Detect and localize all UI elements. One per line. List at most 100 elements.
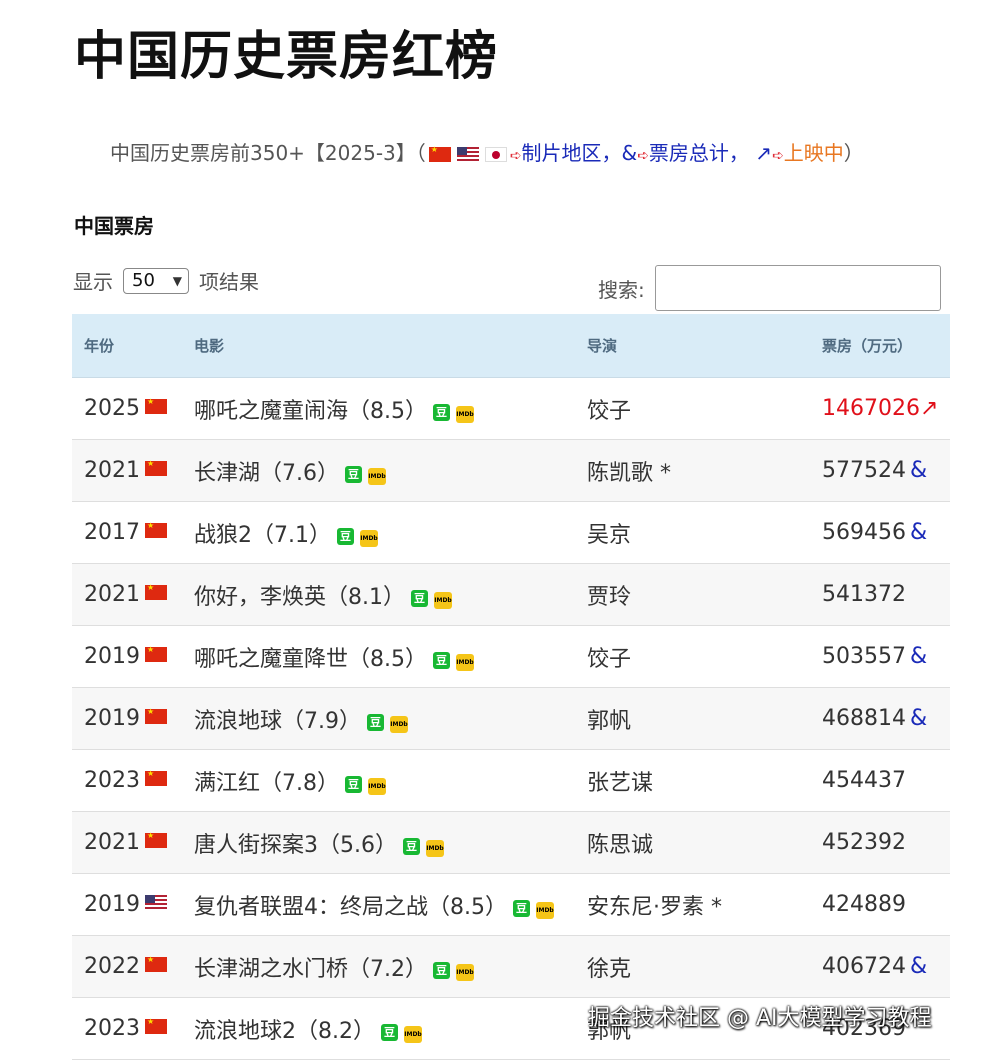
search-input[interactable] [654, 265, 941, 311]
box-office-value: 577524 [822, 458, 906, 483]
year-cell: 2021 [72, 811, 182, 874]
box-office-value: 541372 [822, 582, 906, 607]
column-header-director[interactable]: 导演 [575, 314, 810, 378]
china-flag-icon [428, 145, 451, 162]
total-mark[interactable]: & [910, 458, 927, 483]
showing-mark: ↗ [919, 396, 939, 421]
box-office-cell: 577524 & [810, 439, 950, 502]
douban-icon[interactable]: 豆 [513, 899, 530, 917]
imdb-icon[interactable]: IMDb [368, 467, 386, 485]
intro-suffix: ） [843, 141, 864, 165]
imdb-icon[interactable]: IMDb [434, 591, 452, 609]
film-cell: 长津湖之水门桥（7.2） 豆 IMDb [182, 935, 575, 998]
director-cell: 郭帆 [575, 687, 810, 750]
imdb-icon[interactable]: IMDb [536, 901, 554, 919]
box-office-value: 1467026 [822, 396, 920, 421]
length-prefix: 显示 [73, 270, 113, 294]
table-header-row: 年份 电影 导演 票房（万元） [72, 314, 950, 378]
film-title[interactable]: 复仇者联盟4：终局之战（8.5） [194, 895, 507, 920]
intro-legend: 中国历史票房前350+【2025-3】（➪制片地区，&➪票房总计， ↗➪上映中） [110, 137, 864, 166]
table-row: 2019哪吒之魔童降世（8.5）豆IMDb饺子503557& [72, 625, 950, 688]
china-flag-icon [145, 955, 167, 972]
director-cell: 饺子 [575, 377, 810, 440]
total-mark[interactable]: & [910, 706, 927, 731]
table-row: 2021 唐人街探案3（5.6） 豆 IMDb 陈思诚 452392 [72, 811, 950, 874]
box-office-value: 406724 [822, 954, 906, 979]
box-office-value: 503557 [822, 644, 906, 669]
year-text: 2021 [84, 582, 140, 607]
column-header-film[interactable]: 电影 [182, 314, 575, 378]
region-legend-label: 制片地区， [521, 141, 622, 165]
year-cell: 2021 [72, 563, 182, 626]
china-flag-icon [145, 397, 167, 414]
film-title[interactable]: 唐人街探案3（5.6） [194, 833, 397, 858]
douban-icon[interactable]: 豆 [433, 403, 450, 421]
douban-icon[interactable]: 豆 [411, 589, 428, 607]
imdb-icon[interactable]: IMDb [368, 777, 386, 795]
page-length-select[interactable]: 50 ▼ [123, 267, 189, 294]
douban-icon[interactable]: 豆 [381, 1023, 398, 1041]
pointer-arrow-icon: ➪ [771, 148, 784, 164]
film-title[interactable]: 流浪地球2（8.2） [194, 1019, 375, 1044]
film-title[interactable]: 哪吒之魔童闹海（8.5） [194, 399, 427, 424]
imdb-icon[interactable]: IMDb [456, 963, 474, 981]
page-length-value: 50 [132, 270, 155, 291]
total-mark[interactable]: & [910, 520, 927, 545]
pointer-arrow-icon: ➪ [637, 148, 649, 164]
showing-symbol: ↗ [755, 141, 772, 165]
film-title[interactable]: 你好，李焕英（8.1） [194, 585, 405, 610]
year-cell: 2019 [72, 873, 182, 936]
box-office-cell: 454437 [810, 749, 950, 812]
year-cell: 2023 [72, 997, 182, 1060]
box-office-cell: 503557 & [810, 625, 950, 688]
column-header-year[interactable]: 年份 [72, 314, 182, 378]
box-office-value: 424889 [822, 892, 906, 917]
director-cell: 张艺谋 [575, 749, 810, 812]
douban-icon[interactable]: 豆 [337, 527, 354, 545]
year-text: 2019 [84, 644, 140, 669]
imdb-icon[interactable]: IMDb [390, 715, 408, 733]
film-title[interactable]: 战狼2（7.1） [194, 523, 331, 548]
film-title[interactable]: 满江红（7.8） [194, 771, 339, 796]
film-title[interactable]: 长津湖（7.6） [194, 461, 339, 486]
film-title[interactable]: 流浪地球（7.9） [194, 709, 361, 734]
total-legend-label: 票房总计， [648, 141, 749, 165]
film-title[interactable]: 哪吒之魔童降世（8.5） [194, 647, 427, 672]
table-row: 2019流浪地球（7.9）豆IMDb郭帆468814& [72, 687, 950, 750]
total-mark[interactable]: & [910, 954, 927, 979]
page-title: 中国历史票房红榜 [74, 27, 499, 87]
douban-icon[interactable]: 豆 [345, 775, 362, 793]
year-cell: 2019 [72, 625, 182, 688]
year-cell: 2021 [72, 439, 182, 502]
year-text: 2019 [84, 706, 140, 731]
intro-prefix: 中国历史票房前350+【2025-3】（ [110, 141, 426, 165]
film-title[interactable]: 长津湖之水门桥（7.2） [194, 957, 427, 982]
total-mark[interactable]: & [910, 644, 927, 669]
imdb-icon[interactable]: IMDb [360, 529, 378, 547]
douban-icon[interactable]: 豆 [433, 651, 450, 669]
director-cell: 饺子 [575, 625, 810, 688]
imdb-icon[interactable]: IMDb [456, 405, 474, 423]
director-cell: 安东尼·罗素 * [575, 873, 810, 936]
box-office-cell: 541372 [810, 563, 950, 626]
china-flag-icon [145, 459, 167, 476]
column-header-box-office[interactable]: 票房（万元） [810, 314, 950, 378]
table-row: 2017战狼2（7.1）豆IMDb吴京569456& [72, 501, 950, 564]
film-cell: 复仇者联盟4：终局之战（8.5） 豆 IMDb [182, 873, 575, 936]
douban-icon[interactable]: 豆 [433, 961, 450, 979]
imdb-icon[interactable]: IMDb [404, 1025, 422, 1043]
box-office-cell: 1467026↗ [810, 377, 950, 440]
year-text: 2023 [84, 768, 140, 793]
douban-icon[interactable]: 豆 [345, 465, 362, 483]
watermark: 掘金技术社区 @ AI大模型学习教程 [588, 1006, 932, 1031]
douban-icon[interactable]: 豆 [403, 837, 420, 855]
imdb-icon[interactable]: IMDb [456, 653, 474, 671]
imdb-icon[interactable]: IMDb [426, 839, 444, 857]
year-text: 2021 [84, 458, 140, 483]
douban-icon[interactable]: 豆 [367, 713, 384, 731]
china-flag-icon [145, 707, 167, 724]
china-flag-icon [145, 645, 167, 662]
table-row: 2021 你好，李焕英（8.1） 豆 IMDb 贾玲 541372 [72, 563, 950, 626]
search-control: 搜索: [598, 265, 941, 311]
director-cell: 陈凯歌 * [575, 439, 810, 502]
